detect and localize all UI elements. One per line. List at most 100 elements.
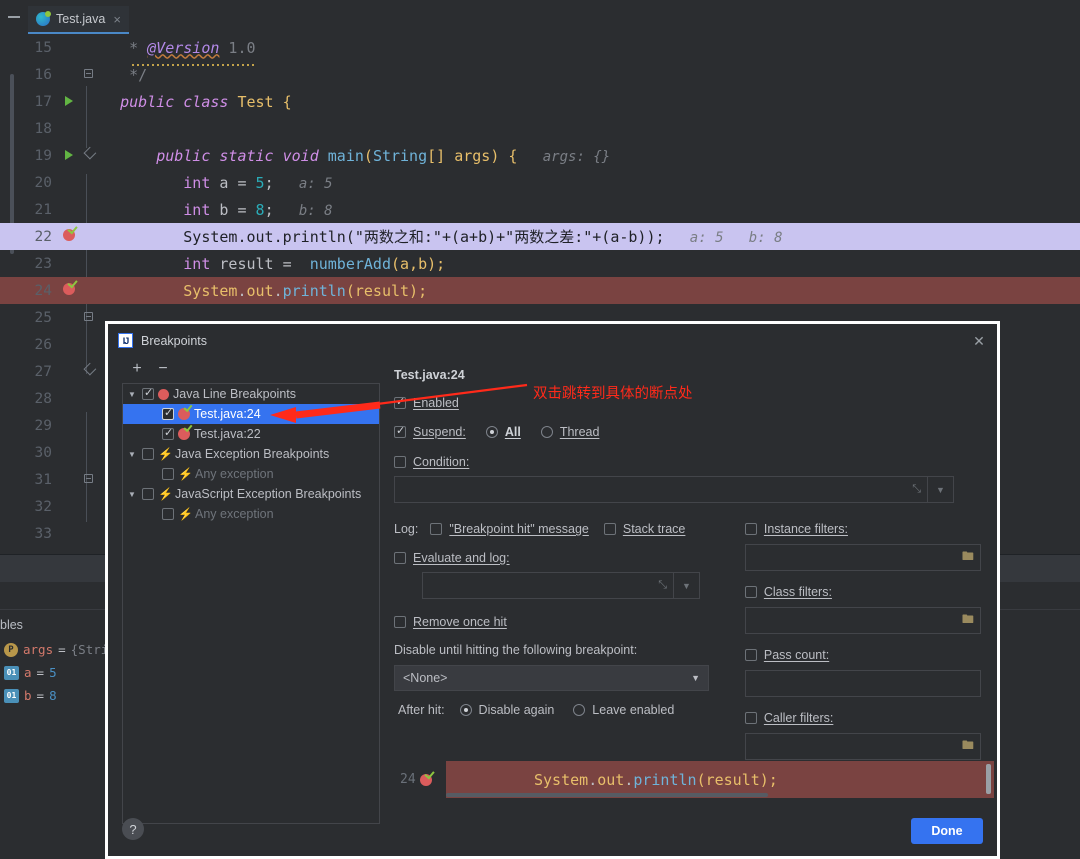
add-breakpoint-button[interactable]: + — [128, 360, 146, 378]
close-icon[interactable]: × — [113, 12, 121, 27]
breakpoint-icon[interactable] — [58, 229, 80, 244]
suspend-all-radio[interactable] — [485, 426, 498, 438]
editor-tab-label: Test.java — [56, 12, 106, 26]
caller-filters-row[interactable]: Caller filters: — [744, 711, 994, 725]
expand-icon[interactable]: ⤡ — [658, 579, 667, 592]
class-filters-checkbox[interactable] — [744, 586, 757, 598]
tree-row[interactable]: ▼ ⚡ Java Exception Breakpoints — [123, 444, 379, 464]
fold-end-icon[interactable] — [80, 362, 96, 378]
breakpoint-code-preview[interactable]: 24 System.out.println(result); — [394, 761, 994, 798]
breakpoint-icon[interactable] — [419, 773, 432, 786]
tree-row[interactable]: ▼ Java Line Breakpoints — [123, 384, 379, 404]
evaluate-and-log-row[interactable]: Evaluate and log: — [394, 551, 715, 565]
condition-history-dropdown[interactable]: ▼ — [928, 476, 954, 503]
breakpoint-icon[interactable] — [58, 283, 80, 298]
log-message-checkbox[interactable] — [430, 523, 443, 535]
folder-icon[interactable]: 🖿 — [962, 736, 974, 757]
after-hit-disable-again-radio[interactable] — [459, 704, 472, 716]
tree-row-checkbox[interactable] — [162, 468, 174, 480]
fold-collapse-icon[interactable] — [80, 473, 96, 486]
condition-checkbox[interactable] — [394, 456, 406, 468]
caller-filters-input[interactable]: 🖿 — [744, 733, 981, 760]
condition-row[interactable]: Condition: — [394, 455, 994, 469]
close-icon[interactable]: ✕ — [971, 333, 987, 349]
log-label: Log: — [394, 522, 419, 536]
disable-until-dropdown[interactable]: <None> ▼ — [394, 665, 709, 691]
remove-breakpoint-button[interactable]: − — [154, 360, 172, 378]
chevron-down-icon[interactable]: ▼ — [126, 390, 138, 399]
suspend-checkbox[interactable] — [394, 424, 406, 438]
code-line[interactable]: 23 int result = numberAdd(a,b); — [0, 250, 1080, 277]
line-number: 15 — [34, 39, 52, 56]
instance-filters-checkbox[interactable] — [744, 523, 757, 535]
remove-once-hit-checkbox[interactable] — [394, 616, 406, 628]
line-number: 25 — [34, 309, 52, 326]
pass-count-checkbox[interactable] — [744, 649, 757, 661]
condition-input[interactable]: ⤡ — [394, 476, 928, 503]
expand-icon[interactable]: ⤡ — [912, 483, 921, 496]
tree-row-checkbox[interactable] — [142, 448, 154, 460]
class-filters-row[interactable]: Class filters: — [744, 585, 994, 599]
tree-row[interactable]: Test.java:24 — [123, 404, 379, 424]
variable-row[interactable]: 01 a = 5 — [4, 665, 57, 680]
evaluate-history-dropdown[interactable]: ▼ — [674, 572, 700, 599]
evaluate-input[interactable]: ⤡ — [422, 572, 674, 599]
class-filters-input[interactable]: 🖿 — [744, 607, 981, 634]
enabled-checkbox[interactable] — [394, 395, 406, 409]
run-gutter-icon[interactable] — [58, 95, 80, 109]
help-button[interactable]: ? — [122, 818, 144, 840]
done-button[interactable]: Done — [911, 818, 983, 844]
evaluate-and-log-checkbox[interactable] — [394, 552, 406, 564]
evaluate-input-group[interactable]: ⤡ ▼ — [422, 572, 700, 599]
tree-row-checkbox[interactable] — [162, 426, 174, 440]
chevron-down-icon[interactable]: ▼ — [126, 490, 138, 499]
pass-count-row[interactable]: Pass count: — [744, 648, 994, 662]
run-gutter-icon[interactable] — [58, 149, 80, 163]
collapse-icon[interactable] — [8, 16, 20, 18]
after-hit-leave-enabled-radio[interactable] — [573, 704, 586, 716]
chevron-down-icon[interactable]: ▼ — [126, 450, 138, 459]
tree-row-checkbox[interactable] — [142, 488, 154, 500]
enabled-row[interactable]: Enabled — [394, 395, 994, 410]
tree-row[interactable]: ⚡ Any exception — [123, 464, 379, 484]
after-hit-row[interactable]: After hit: Disable again Leave enabled — [398, 703, 715, 717]
tree-row[interactable]: Test.java:22 — [123, 424, 379, 444]
folder-icon[interactable]: 🖿 — [962, 610, 974, 631]
tree-row-checkbox[interactable] — [162, 508, 174, 520]
suspend-thread-radio[interactable] — [540, 426, 553, 438]
suspend-row[interactable]: Suspend: All Thread — [394, 424, 994, 439]
stack-trace-checkbox[interactable] — [603, 523, 616, 535]
code-line[interactable]: 21 int b = 8; b: 8 — [0, 196, 1080, 223]
variable-row[interactable]: 01 b = 8 — [4, 688, 57, 703]
line-number: 19 — [34, 147, 52, 164]
caller-filters-checkbox[interactable] — [744, 712, 757, 724]
fold-end-icon[interactable] — [80, 146, 96, 162]
code-line[interactable]: 17 public class Test { — [0, 88, 1080, 115]
code-line[interactable]: 16 */ — [0, 61, 1080, 88]
breakpoints-tree[interactable]: ▼ Java Line Breakpoints Test.java:24 Test.j… — [122, 383, 380, 824]
code-line[interactable]: 24 System.out.println(result); — [0, 277, 1080, 304]
code-line[interactable]: 18 — [0, 115, 1080, 142]
condition-input-group[interactable]: ⤡ ▼ — [394, 476, 954, 503]
remove-once-hit-row[interactable]: Remove once hit — [394, 615, 715, 629]
log-row[interactable]: Log: "Breakpoint hit" message Stack trac… — [394, 522, 715, 536]
tree-row[interactable]: ⚡ Any exception — [123, 504, 379, 524]
tree-row-label: Any exception — [195, 507, 274, 521]
instance-filters-row[interactable]: Instance filters: — [744, 522, 994, 536]
tree-row-checkbox[interactable] — [142, 386, 154, 400]
code-line[interactable]: 19 public static void main(String[] args… — [0, 142, 1080, 169]
preview-hscrollbar[interactable] — [446, 793, 768, 797]
editor-tab-testjava[interactable]: Test.java × — [28, 6, 129, 34]
fold-collapse-icon[interactable] — [80, 68, 96, 81]
instance-filters-input[interactable]: 🖿 — [744, 544, 981, 571]
code-line[interactable]: 15 * @Version 1.0 — [0, 34, 1080, 61]
code-line[interactable]: 20 int a = 5; a: 5 — [0, 169, 1080, 196]
pass-count-input[interactable] — [744, 670, 981, 697]
tree-row[interactable]: ▼ ⚡ JavaScript Exception Breakpoints — [123, 484, 379, 504]
code-line[interactable]: 22 System.out.println("两数之和:"+(a+b)+"两数之… — [0, 223, 1080, 250]
fold-collapse-icon[interactable] — [80, 311, 96, 324]
caller-filters-label: Caller filters: — [763, 711, 834, 725]
preview-vscrollbar[interactable] — [986, 764, 991, 794]
tree-row-checkbox[interactable] — [162, 406, 174, 420]
folder-icon[interactable]: 🖿 — [962, 547, 974, 568]
